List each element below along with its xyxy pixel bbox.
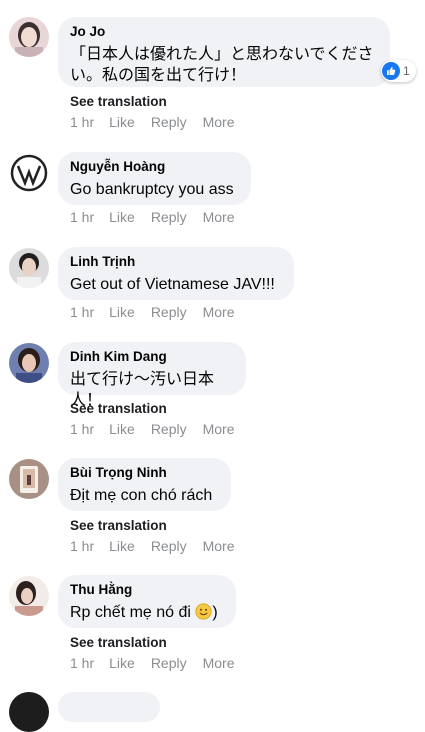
more-button[interactable]: More bbox=[203, 208, 235, 226]
comment-actions: 1 hr Like Reply More bbox=[70, 113, 251, 131]
like-icon bbox=[382, 62, 400, 80]
see-translation-link[interactable]: See translation bbox=[70, 634, 167, 652]
reply-button[interactable]: Reply bbox=[151, 303, 187, 321]
comment-actions: 1 hr Like Reply More bbox=[70, 420, 251, 438]
reply-button[interactable]: Reply bbox=[151, 208, 187, 226]
comment-author[interactable]: Bùi Trọng Ninh bbox=[70, 464, 219, 482]
more-button[interactable]: More bbox=[203, 537, 235, 555]
more-button[interactable]: More bbox=[203, 654, 235, 672]
comment-bubble: Thu Hằng Rp chết mẹ nó đi ) bbox=[58, 575, 236, 628]
comment-actions: 1 hr Like Reply More bbox=[70, 537, 251, 555]
next-avatar[interactable] bbox=[9, 692, 49, 732]
comment-text: Go bankruptcy you ass bbox=[70, 181, 234, 198]
avatar[interactable] bbox=[9, 576, 49, 616]
like-button[interactable]: Like bbox=[109, 113, 135, 131]
comment-text-end: ) bbox=[212, 604, 218, 621]
comment-bubble: Nguyễn Hoàng Go bankruptcy you ass bbox=[58, 152, 251, 205]
comment-bubble: Dinh Kim Dang 出て行け〜汚い日本人！ bbox=[58, 342, 246, 409]
see-translation-link[interactable]: See translation bbox=[70, 517, 167, 535]
see-translation-link[interactable]: See translation bbox=[70, 400, 167, 418]
more-button[interactable]: More bbox=[203, 420, 235, 438]
comment-text: Rp chết mẹ nó đi ) bbox=[70, 602, 224, 623]
comment-text: Địt mẹ con chó rách bbox=[70, 487, 213, 504]
reply-button[interactable]: Reply bbox=[151, 113, 187, 131]
reaction-count-label: 1 bbox=[403, 64, 410, 78]
comment-time[interactable]: 1 hr bbox=[70, 208, 94, 226]
comment-author[interactable]: Jo Jo bbox=[70, 23, 378, 41]
comment-bubble: Jo Jo 「日本人は優れた人」と思わないでください。私の国を出て行け！ bbox=[58, 17, 390, 87]
avatar[interactable] bbox=[9, 459, 49, 499]
comment-author[interactable]: Linh Trịnh bbox=[70, 253, 282, 271]
comment-actions: 1 hr Like Reply More bbox=[70, 303, 251, 321]
comment-bubble: Bùi Trọng Ninh Địt mẹ con chó rách bbox=[58, 458, 231, 511]
comment-time[interactable]: 1 hr bbox=[70, 113, 94, 131]
reply-button[interactable]: Reply bbox=[151, 537, 187, 555]
comment-author[interactable]: Thu Hằng bbox=[70, 581, 224, 599]
like-button[interactable]: Like bbox=[109, 537, 135, 555]
comment-actions: 1 hr Like Reply More bbox=[70, 208, 251, 226]
comment-text: Get out of Vietnamese JAV!!! bbox=[70, 276, 275, 293]
comment-author[interactable]: Nguyễn Hoàng bbox=[70, 158, 239, 176]
like-button[interactable]: Like bbox=[109, 208, 135, 226]
comment-text-start: Rp chết mẹ nó đi bbox=[70, 604, 196, 621]
more-button[interactable]: More bbox=[203, 113, 235, 131]
smiling-face-emoji bbox=[195, 603, 212, 620]
comment-time[interactable]: 1 hr bbox=[70, 303, 94, 321]
avatar[interactable] bbox=[9, 17, 49, 57]
reply-button[interactable]: Reply bbox=[151, 654, 187, 672]
avatar[interactable] bbox=[9, 343, 49, 383]
comment-bubble: Linh Trịnh Get out of Vietnamese JAV!!! bbox=[58, 247, 294, 300]
more-button[interactable]: More bbox=[203, 303, 235, 321]
comment-text: 「日本人は優れた人」と思わないでください。私の国を出て行け！ bbox=[70, 46, 374, 84]
comment-time[interactable]: 1 hr bbox=[70, 537, 94, 555]
comment-author[interactable]: Dinh Kim Dang bbox=[70, 348, 234, 366]
like-button[interactable]: Like bbox=[109, 654, 135, 672]
comment-actions: 1 hr Like Reply More bbox=[70, 654, 251, 672]
comment-time[interactable]: 1 hr bbox=[70, 654, 94, 672]
see-translation-link[interactable]: See translation bbox=[70, 93, 167, 111]
like-button[interactable]: Like bbox=[109, 420, 135, 438]
reply-button[interactable]: Reply bbox=[151, 420, 187, 438]
avatar[interactable] bbox=[9, 248, 49, 288]
reaction-count[interactable]: 1 bbox=[381, 60, 416, 82]
like-button[interactable]: Like bbox=[109, 303, 135, 321]
comment-time[interactable]: 1 hr bbox=[70, 420, 94, 438]
next-comment-bubble bbox=[58, 692, 160, 722]
avatar[interactable] bbox=[9, 153, 49, 193]
